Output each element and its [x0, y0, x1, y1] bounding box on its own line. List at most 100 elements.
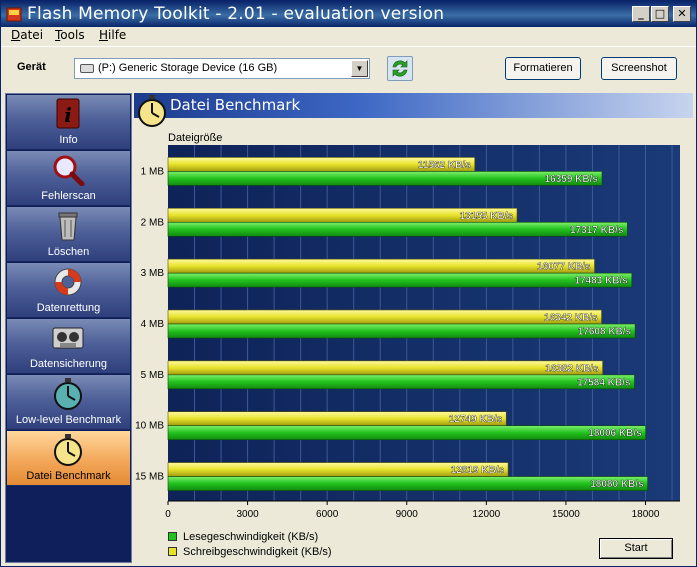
bar-read — [167, 476, 648, 491]
title-bar[interactable]: Flash Memory Toolkit - 2.01 - evaluation… — [1, 1, 696, 27]
bar-write-label: 16077 KB/s — [537, 262, 591, 273]
category-label: 3 MB — [141, 268, 165, 279]
info-icon: i — [56, 98, 80, 129]
device-toolbar: Gerät (P:) Generic Storage Device (16 GB… — [1, 46, 696, 88]
sidebar-item-datenrettung[interactable]: Datenrettung — [7, 263, 130, 318]
sidebar-item-label: Fehlerscan — [41, 190, 96, 202]
x-tick-label: 0 — [165, 509, 171, 520]
bar-read — [167, 221, 628, 237]
drive-icon — [80, 64, 94, 73]
page-title: Datei Benchmark — [170, 96, 301, 114]
category-label: 15 MB — [135, 472, 164, 483]
bar-write-label: 12749 KB/s — [449, 414, 503, 425]
bar-read-label: 17584 KB/s — [577, 377, 631, 388]
minimize-button[interactable]: _ — [632, 6, 650, 22]
sidebar-item-info[interactable]: i Info — [7, 95, 130, 150]
bar-write-label: 16382 KB/s — [545, 363, 599, 374]
bar-read-label: 18006 KB/s — [588, 428, 642, 439]
bar-read — [167, 323, 636, 339]
stopwatch-gold-icon — [54, 434, 82, 466]
benchmark-chart: 0 3000 6000 9000 12000 15000 18000 1 MB 11562 KB… — [135, 145, 680, 520]
sidebar-empty-space — [7, 486, 130, 562]
device-select[interactable]: (P:) Generic Storage Device (16 GB) ▼ — [74, 58, 370, 79]
refresh-button[interactable] — [387, 56, 413, 81]
sidebar-item-datei-benchmark[interactable]: Datei Benchmark — [7, 431, 130, 486]
x-tick-label: 6000 — [316, 509, 339, 520]
category-label: 1 MB — [141, 166, 165, 177]
menu-hilfe-accel: H — [99, 28, 109, 42]
x-tick-label: 15000 — [552, 509, 580, 520]
refresh-icon — [392, 60, 408, 77]
x-tick-label: 3000 — [236, 509, 259, 520]
bar-read — [167, 171, 603, 186]
bar-write-label: 16342 KB/s — [544, 313, 598, 324]
dropdown-arrow-icon[interactable]: ▼ — [351, 60, 368, 77]
menu-bar: Datei Tools Hilfe — [1, 27, 696, 45]
category-label: 5 MB — [141, 370, 165, 381]
app-window: Flash Memory Toolkit - 2.01 - evaluation… — [0, 0, 697, 567]
sidebar-item-label: Low-level Benchmark — [15, 414, 122, 426]
device-label: Gerät — [17, 61, 46, 73]
x-tick-label: 18000 — [632, 509, 660, 520]
screenshot-button[interactable]: Screenshot — [601, 57, 677, 80]
sidebar: i Info Fehlerscan Löschen Datenrettung D… — [5, 93, 132, 563]
sidebar-item-label: Löschen — [47, 246, 90, 258]
tape-icon — [52, 327, 84, 349]
bar-write-label: 13155 KB/s — [460, 211, 514, 222]
legend-read-label: Lesegeschwindigkeit (KB/s) — [183, 531, 319, 543]
menu-hilfe-label: ilfe — [108, 28, 127, 42]
close-button[interactable]: ✕ — [673, 6, 691, 22]
stopwatch-icon — [54, 378, 82, 410]
menu-datei-label: atei — [20, 28, 44, 42]
x-tick-label: 9000 — [396, 509, 419, 520]
bar-read — [167, 425, 646, 441]
menu-tools[interactable]: Tools — [55, 28, 85, 42]
bar-read-label: 18080 KB/s — [590, 479, 644, 490]
x-tick-label: 12000 — [472, 509, 500, 520]
sidebar-item-label: Datenrettung — [36, 302, 101, 314]
bar-read-label: 17483 KB/s — [574, 276, 628, 287]
bar-write-label: 11562 KB/s — [418, 160, 471, 171]
bar-write — [167, 309, 602, 325]
menu-tools-label: ools — [60, 28, 85, 42]
menu-datei-accel: D — [11, 28, 21, 42]
stopwatch-gold-icon — [138, 95, 166, 127]
content-panel: Datei Benchmark Dateigröße 0 3000 6000 9000… — [134, 93, 693, 563]
sidebar-item-label: Datensicherung — [29, 358, 108, 370]
trash-icon — [58, 212, 78, 241]
magnifier-icon — [53, 155, 85, 186]
legend-swatch-write — [168, 547, 177, 556]
sidebar-item-low-level-benchmark[interactable]: Low-level Benchmark — [7, 375, 130, 430]
sidebar-item-datensicherung[interactable]: Datensicherung — [7, 319, 130, 374]
menu-datei[interactable]: Datei — [11, 28, 43, 42]
bar-read-label: 16359 KB/s — [545, 174, 599, 185]
size-axis-caption: Dateigröße — [168, 132, 223, 144]
legend-write: Schreibgeschwindigkeit (KB/s) — [168, 546, 332, 558]
lifebuoy-icon — [54, 268, 82, 296]
app-logo-icon — [6, 7, 22, 22]
category-label: 4 MB — [141, 319, 165, 330]
content-header: Datei Benchmark — [134, 93, 693, 118]
menu-hilfe[interactable]: Hilfe — [99, 28, 126, 42]
format-button[interactable]: Formatieren — [505, 57, 581, 80]
legend-swatch-read — [168, 532, 177, 541]
start-button[interactable]: Start — [599, 538, 673, 559]
sidebar-item-fehlerscan[interactable]: Fehlerscan — [7, 151, 130, 206]
maximize-button[interactable]: □ — [651, 6, 669, 22]
bar-read-label: 17608 KB/s — [578, 327, 632, 338]
bar-read-label: 17317 KB/s — [570, 225, 624, 236]
category-label: 2 MB — [141, 217, 165, 228]
category-label: 10 MB — [135, 421, 164, 432]
sidebar-item-label: Info — [59, 134, 78, 146]
bar-write-label: 12819 KB/s — [451, 465, 505, 476]
bar-read — [167, 374, 635, 390]
bar-read — [167, 272, 633, 288]
legend-read: Lesegeschwindigkeit (KB/s) — [168, 531, 318, 543]
window-title: Flash Memory Toolkit - 2.01 - evaluation… — [27, 4, 445, 24]
legend-write-label: Schreibgeschwindigkeit (KB/s) — [183, 546, 332, 558]
bar-write — [167, 258, 595, 274]
svg-text:i: i — [64, 103, 72, 127]
bar-write — [167, 360, 603, 376]
sidebar-item-loeschen[interactable]: Löschen — [7, 207, 130, 262]
device-select-value: (P:) Generic Storage Device (16 GB) — [98, 62, 278, 74]
